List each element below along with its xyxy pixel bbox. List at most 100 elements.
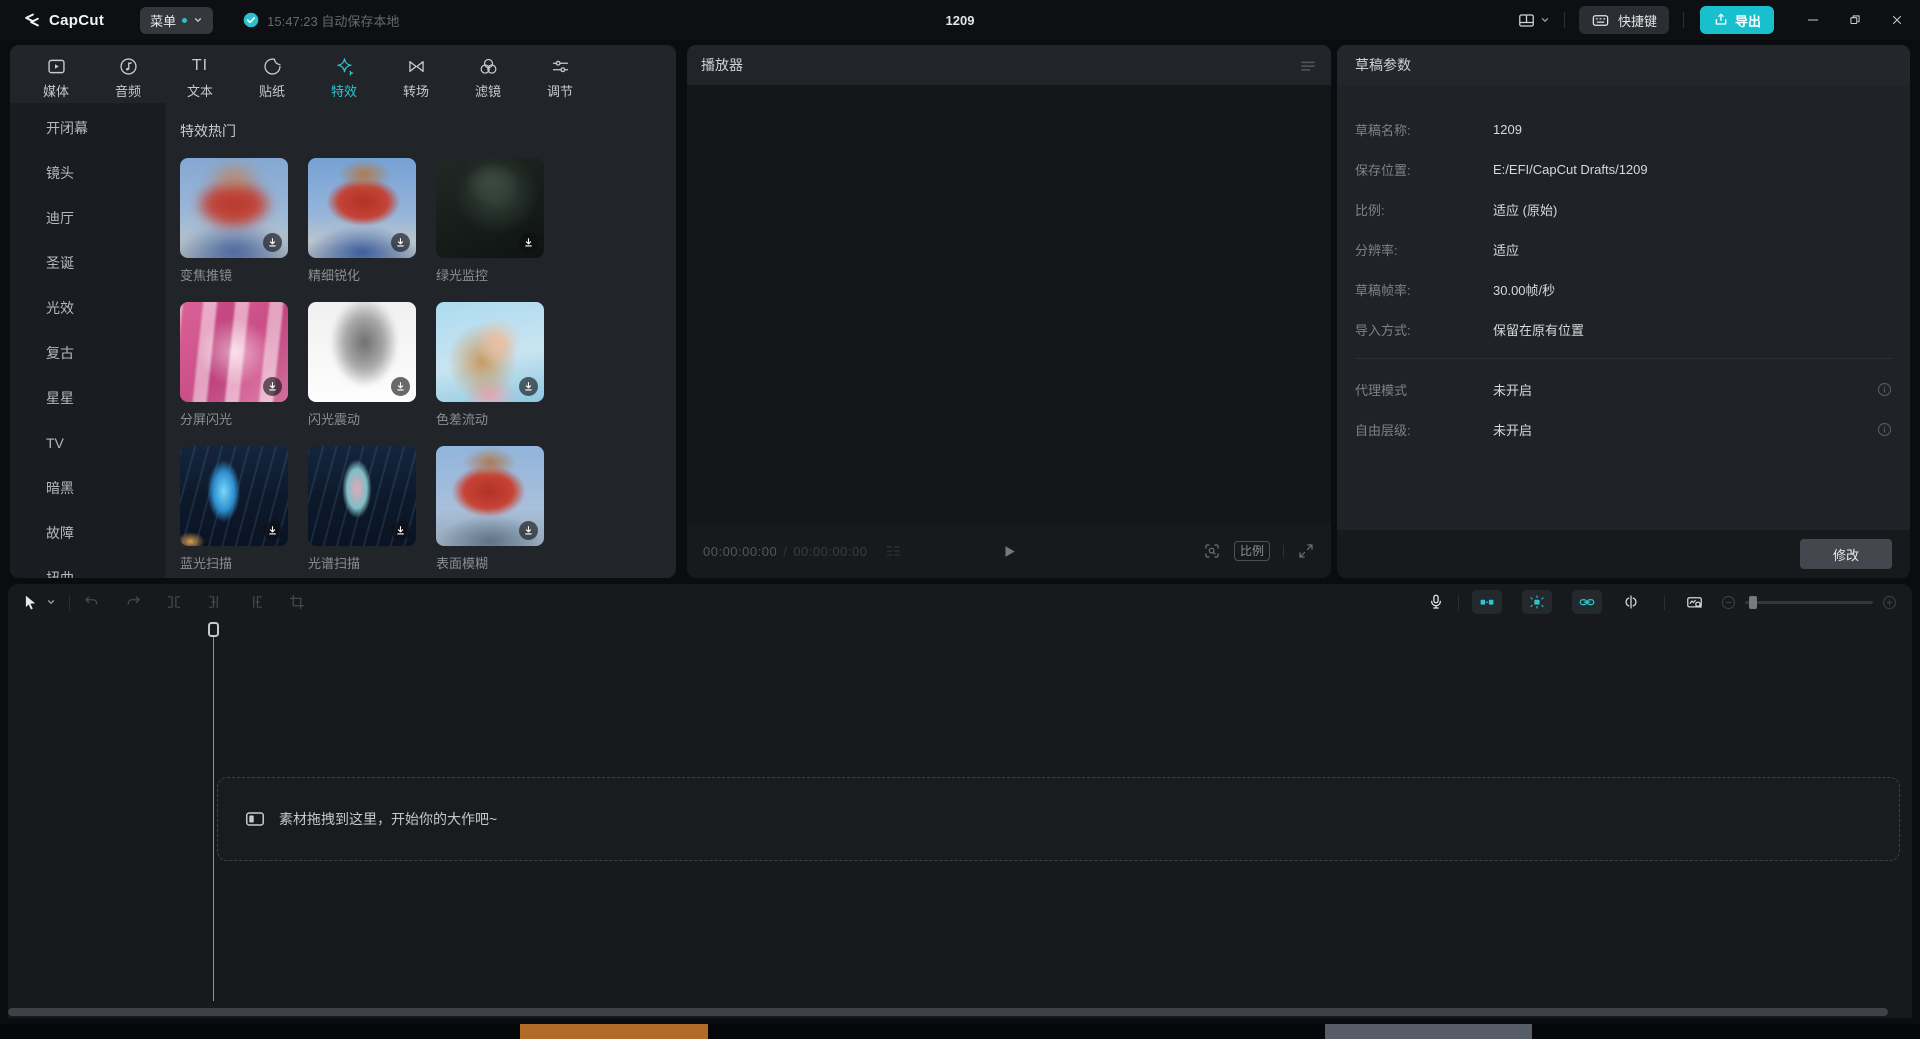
playhead-handle[interactable] (208, 622, 219, 637)
param-row-import-mode: 导入方式: 保留在原有位置 (1355, 309, 1892, 349)
category-distort[interactable]: 扭曲 (10, 555, 165, 578)
aspect-ratio-button[interactable]: 比例 (1234, 541, 1270, 561)
timeline-zoom-slider-handle[interactable] (1749, 596, 1757, 609)
params-footer: 修改 (1337, 530, 1910, 578)
effect-card[interactable]: 闪光震动 (308, 302, 416, 428)
select-tool-button[interactable] (22, 594, 39, 611)
auto-snap-toggle[interactable] (1472, 590, 1502, 614)
category-retro[interactable]: 复古 (10, 330, 165, 375)
shortcut-keys-button[interactable]: 快捷键 (1579, 6, 1669, 34)
record-voiceover-button[interactable] (1427, 593, 1445, 611)
effect-thumbnail[interactable] (436, 158, 544, 258)
download-icon[interactable] (391, 521, 410, 540)
download-icon[interactable] (263, 233, 282, 252)
redo-button[interactable] (124, 593, 142, 611)
tab-filters[interactable]: 滤镜 (452, 45, 524, 103)
timeline-tracks-area[interactable]: 素材拖拽到这里，开始你的大作吧~ (8, 620, 1912, 1018)
minimize-button[interactable] (1792, 0, 1834, 40)
effect-thumbnail[interactable] (180, 302, 288, 402)
menu-label: 菜单 (150, 11, 176, 30)
effect-name: 色差流动 (436, 409, 544, 428)
category-light[interactable]: 光效 (10, 285, 165, 330)
select-tool-dropdown[interactable] (46, 597, 56, 607)
crop-button[interactable] (288, 593, 306, 611)
tab-label: 音频 (115, 81, 141, 100)
link-tracks-toggle[interactable] (1572, 590, 1602, 614)
effect-card[interactable]: 色差流动 (436, 302, 544, 428)
filter-circles-icon (478, 55, 499, 77)
delete-left-button[interactable] (206, 593, 224, 611)
effect-card[interactable]: 分屏闪光 (180, 302, 288, 428)
download-icon[interactable] (263, 377, 282, 396)
category-opening-closing[interactable]: 开闭幕 (10, 105, 165, 150)
effect-thumbnail[interactable] (308, 446, 416, 546)
param-label: 导入方式: (1355, 320, 1493, 339)
tab-label: 转场 (403, 81, 429, 100)
download-icon[interactable] (391, 233, 410, 252)
player-right-controls: 比例 (1203, 541, 1315, 561)
param-label: 分辨率: (1355, 240, 1493, 259)
app-logo: CapCut (22, 10, 104, 30)
download-icon[interactable] (391, 377, 410, 396)
effect-thumbnail[interactable] (436, 302, 544, 402)
category-camera[interactable]: 镜头 (10, 150, 165, 195)
player-viewport[interactable] (687, 85, 1331, 524)
param-label: 草稿帧率: (1355, 280, 1493, 299)
tab-media[interactable]: 媒体 (20, 45, 92, 103)
export-button[interactable]: 导出 (1700, 6, 1774, 34)
timeline-zoom-slider[interactable] (1745, 601, 1873, 604)
play-button[interactable] (1001, 543, 1018, 560)
effect-card[interactable]: 蓝光扫描 (180, 446, 288, 572)
effect-name: 光谱扫描 (308, 553, 416, 572)
delete-right-button[interactable] (247, 593, 265, 611)
preview-axis-toggle[interactable] (1622, 593, 1640, 611)
restore-button[interactable] (1834, 0, 1876, 40)
tab-audio[interactable]: 音频 (92, 45, 164, 103)
effect-thumbnail[interactable] (308, 302, 416, 402)
shortcut-keys-label: 快捷键 (1618, 11, 1657, 30)
tab-sticker[interactable]: 贴纸 (236, 45, 308, 103)
timeline-horizontal-scrollbar[interactable] (8, 1008, 1888, 1016)
fullscreen-icon[interactable] (1297, 542, 1315, 560)
category-tv[interactable]: TV (10, 420, 165, 465)
modify-button[interactable]: 修改 (1800, 539, 1892, 569)
effect-card[interactable]: 绿光监控 (436, 158, 544, 284)
tab-transitions[interactable]: 转场 (380, 45, 452, 103)
effect-thumbnail[interactable] (436, 446, 544, 546)
zoom-in-icon[interactable] (1881, 594, 1898, 611)
tab-adjust[interactable]: 调节 (524, 45, 596, 103)
adjust-sliders-icon (550, 55, 571, 77)
main-track-magnet-toggle[interactable] (1522, 590, 1552, 614)
effect-card[interactable]: 光谱扫描 (308, 446, 416, 572)
effect-card[interactable]: 变焦推镜 (180, 158, 288, 284)
effect-thumbnail[interactable] (180, 446, 288, 546)
undo-button[interactable] (83, 593, 101, 611)
effect-thumbnail[interactable] (180, 158, 288, 258)
category-dark[interactable]: 暗黑 (10, 465, 165, 510)
download-icon[interactable] (263, 521, 282, 540)
category-christmas[interactable]: 圣诞 (10, 240, 165, 285)
effect-thumbnail[interactable] (308, 158, 416, 258)
effect-card[interactable]: 表面模糊 (436, 446, 544, 572)
download-icon[interactable] (519, 377, 538, 396)
panel-layout-button[interactable] (1517, 11, 1550, 30)
download-icon[interactable] (519, 233, 538, 252)
split-clip-button[interactable] (165, 593, 183, 611)
category-stars[interactable]: 星星 (10, 375, 165, 420)
category-disco[interactable]: 迪厅 (10, 195, 165, 240)
media-dropzone[interactable]: 素材拖拽到这里，开始你的大作吧~ (217, 777, 1900, 861)
effect-card[interactable]: 精细锐化 (308, 158, 416, 284)
info-icon[interactable] (1877, 422, 1892, 437)
focus-frame-icon[interactable] (1203, 542, 1221, 560)
category-glitch[interactable]: 故障 (10, 510, 165, 555)
preview-snapshot-button[interactable] (1685, 593, 1704, 612)
info-icon[interactable] (1877, 382, 1892, 397)
tab-effects[interactable]: 特效 (308, 45, 380, 103)
player-menu-icon[interactable] (1299, 56, 1317, 74)
tab-text[interactable]: TI 文本 (164, 45, 236, 103)
download-icon[interactable] (519, 521, 538, 540)
zoom-out-icon[interactable] (1720, 594, 1737, 611)
bottom-edge-strip (0, 1024, 1920, 1039)
close-button[interactable] (1876, 0, 1918, 40)
menu-button[interactable]: 菜单 (140, 7, 213, 34)
